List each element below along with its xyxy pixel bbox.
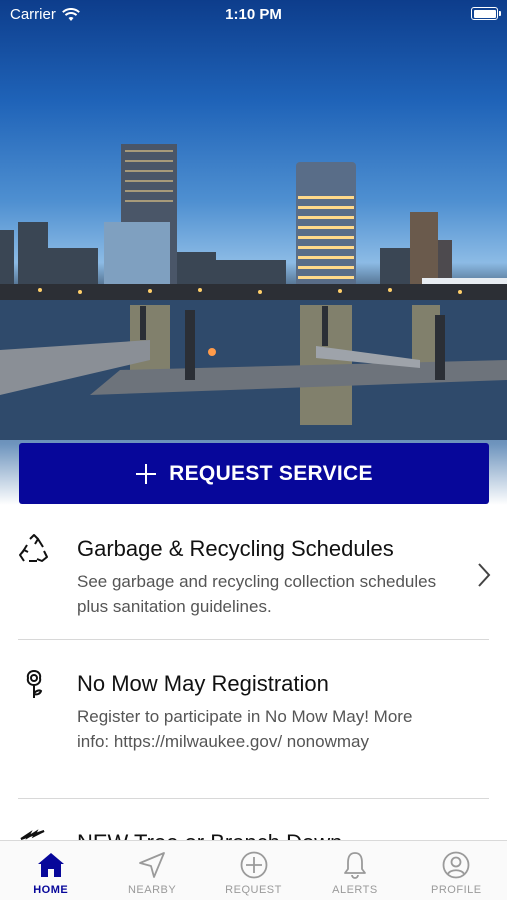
tab-label: PROFILE	[431, 884, 482, 896]
flower-icon	[26, 669, 43, 698]
list-item-description: Register to participate in No Mow May! M…	[77, 707, 413, 751]
hero-image	[0, 0, 507, 505]
status-bar: Carrier 1:10 PM	[0, 0, 507, 30]
plus-circle-icon	[240, 851, 267, 879]
tab-profile[interactable]: PROFILE	[406, 841, 507, 900]
list-item-title: Garbage & Recycling Schedules	[77, 536, 394, 561]
home-icon	[37, 853, 64, 877]
tab-label: ALERTS	[332, 884, 378, 896]
list-item-description: See garbage and recycling collection sch…	[77, 572, 437, 616]
list-item-garbage-recycling[interactable]: Garbage & Recycling Schedules See garbag…	[0, 505, 507, 640]
battery-icon	[471, 7, 501, 20]
tab-home[interactable]: HOME	[0, 841, 101, 900]
tab-label: HOME	[33, 884, 69, 896]
tab-label: REQUEST	[225, 884, 282, 896]
list-item-no-mow-may[interactable]: No Mow May Registration Register to part…	[0, 640, 507, 869]
tab-alerts[interactable]: ALERTS	[304, 841, 405, 900]
chevron-right-icon	[478, 563, 491, 587]
plus-icon	[136, 463, 157, 484]
status-time: 1:10 PM	[225, 6, 282, 23]
location-arrow-icon	[139, 852, 166, 878]
city-skyline-photo	[0, 144, 507, 440]
list-item-title: No Mow May Registration	[77, 671, 329, 696]
tab-request[interactable]: REQUEST	[203, 841, 304, 900]
tab-bar: HOME NEARBY REQUEST ALERTS PROFILE	[0, 840, 507, 900]
tab-label: NEARBY	[127, 884, 177, 896]
request-service-button[interactable]: REQUEST SERVICE	[19, 443, 489, 504]
recycle-icon	[19, 534, 48, 562]
request-service-label: REQUEST SERVICE	[169, 461, 373, 485]
bell-icon	[344, 852, 366, 879]
tab-nearby[interactable]: NEARBY	[101, 841, 202, 900]
person-icon	[442, 851, 470, 879]
